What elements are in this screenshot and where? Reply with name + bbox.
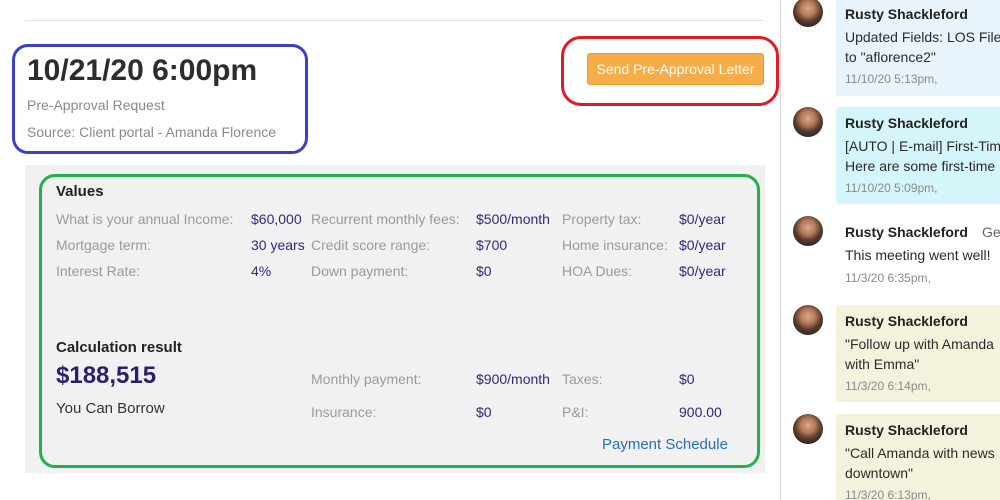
monthly-payment-label: Monthly payment:	[311, 371, 422, 387]
activity-author: Rusty Shackleford	[845, 224, 968, 240]
avatar	[793, 414, 823, 444]
mortgage-term-value: 30 years	[251, 237, 305, 253]
taxes-label: Taxes:	[562, 371, 603, 387]
activity-author: Rusty Shackleford	[845, 6, 968, 22]
property-tax-value: $0/year	[679, 211, 726, 227]
activity-timestamp: 11/10/20 5:09pm,	[845, 181, 938, 195]
taxes-value: $0	[679, 371, 695, 387]
avatar	[793, 305, 823, 335]
activity-item[interactable]: Rusty Shackleford [AUTO | E-mail] First-…	[836, 107, 1000, 204]
activity-item[interactable]: Rusty Shackleford Ge This meeting went w…	[836, 216, 1000, 292]
activity-item[interactable]: Rusty Shackleford "Call Amanda with news…	[836, 414, 1000, 500]
hoa-dues-value: $0/year	[679, 263, 726, 279]
activity-text: [AUTO | E-mail] First-Tim	[845, 138, 1000, 154]
insurance-label: Insurance:	[311, 404, 377, 420]
values-title: Values	[56, 183, 104, 200]
divider	[25, 20, 763, 21]
payment-schedule-link[interactable]: Payment Schedule	[602, 436, 728, 453]
property-tax-label: Property tax:	[562, 211, 642, 227]
activity-text: Here are some first-time	[845, 158, 996, 174]
mortgage-term-label: Mortgage term:	[56, 237, 151, 253]
home-insurance-label: Home insurance:	[562, 237, 668, 253]
avatar	[793, 216, 823, 246]
home-insurance-value: $0/year	[679, 237, 726, 253]
principal-interest-label: P&I:	[562, 404, 589, 420]
activity-author: Rusty Shackleford	[845, 313, 968, 329]
activity-author-extra: Ge	[982, 224, 1000, 240]
interest-rate-label: Interest Rate:	[56, 263, 141, 279]
monthly-fees-label: Recurrent monthly fees:	[311, 211, 460, 227]
hoa-dues-label: HOA Dues:	[562, 263, 633, 279]
activity-text: to "aflorence2"	[845, 49, 936, 65]
activity-timestamp: 11/3/20 6:35pm,	[845, 271, 931, 285]
activity-item[interactable]: Rusty Shackleford "Follow up with Amanda…	[836, 305, 1000, 402]
event-header: 10/21/20 6:00pm Pre-Approval Request Sou…	[12, 44, 308, 154]
credit-score-label: Credit score range:	[311, 237, 431, 253]
down-payment-label: Down payment:	[311, 263, 409, 279]
calculation-title: Calculation result	[56, 339, 182, 356]
interest-rate-value: 4%	[251, 263, 272, 279]
send-pre-approval-letter-button[interactable]: Send Pre-Approval Letter	[587, 53, 764, 85]
activity-feed[interactable]: Rusty Shackleford Updated Fields: LOS Fi…	[781, 0, 1000, 500]
activity-text: "Follow up with Amanda	[845, 336, 994, 352]
event-source: Source: Client portal - Amanda Florence	[27, 124, 277, 140]
activity-author: Rusty Shackleford	[845, 115, 968, 131]
event-type: Pre-Approval Request	[27, 97, 165, 113]
activity-text: "Call Amanda with news	[845, 445, 995, 461]
activity-text: with Emma"	[845, 356, 920, 372]
activity-timestamp: 11/10/20 5:13pm,	[845, 72, 938, 86]
borrow-amount: $188,515	[56, 362, 157, 389]
send-letter-action: Send Pre-Approval Letter	[561, 36, 779, 106]
credit-score-value: $700	[476, 237, 508, 253]
down-payment-value: $0	[476, 263, 492, 279]
activity-timestamp: 11/3/20 6:14pm,	[845, 379, 931, 393]
activity-item[interactable]: Rusty Shackleford Updated Fields: LOS Fi…	[836, 0, 1000, 96]
activity-timestamp: 11/3/20 6:13pm,	[845, 488, 931, 500]
activity-text: Updated Fields: LOS File	[845, 29, 1000, 45]
activity-text: downtown"	[845, 465, 914, 481]
activity-text: This meeting went well!	[845, 247, 991, 263]
annual-income-label: What is your annual Income:	[56, 211, 234, 227]
insurance-value: $0	[476, 404, 492, 420]
monthly-fees-value: $500/month	[476, 211, 550, 227]
activity-author: Rusty Shackleford	[845, 422, 968, 438]
avatar	[793, 0, 823, 27]
event-detail-pane: 10/21/20 6:00pm Pre-Approval Request Sou…	[0, 0, 780, 500]
monthly-payment-value: $900/month	[476, 371, 550, 387]
borrow-amount-label: You Can Borrow	[56, 400, 165, 417]
event-datetime: 10/21/20 6:00pm	[27, 54, 258, 87]
annual-income-value: $60,000	[251, 211, 302, 227]
avatar	[793, 107, 823, 137]
principal-interest-value: 900.00	[679, 404, 722, 420]
